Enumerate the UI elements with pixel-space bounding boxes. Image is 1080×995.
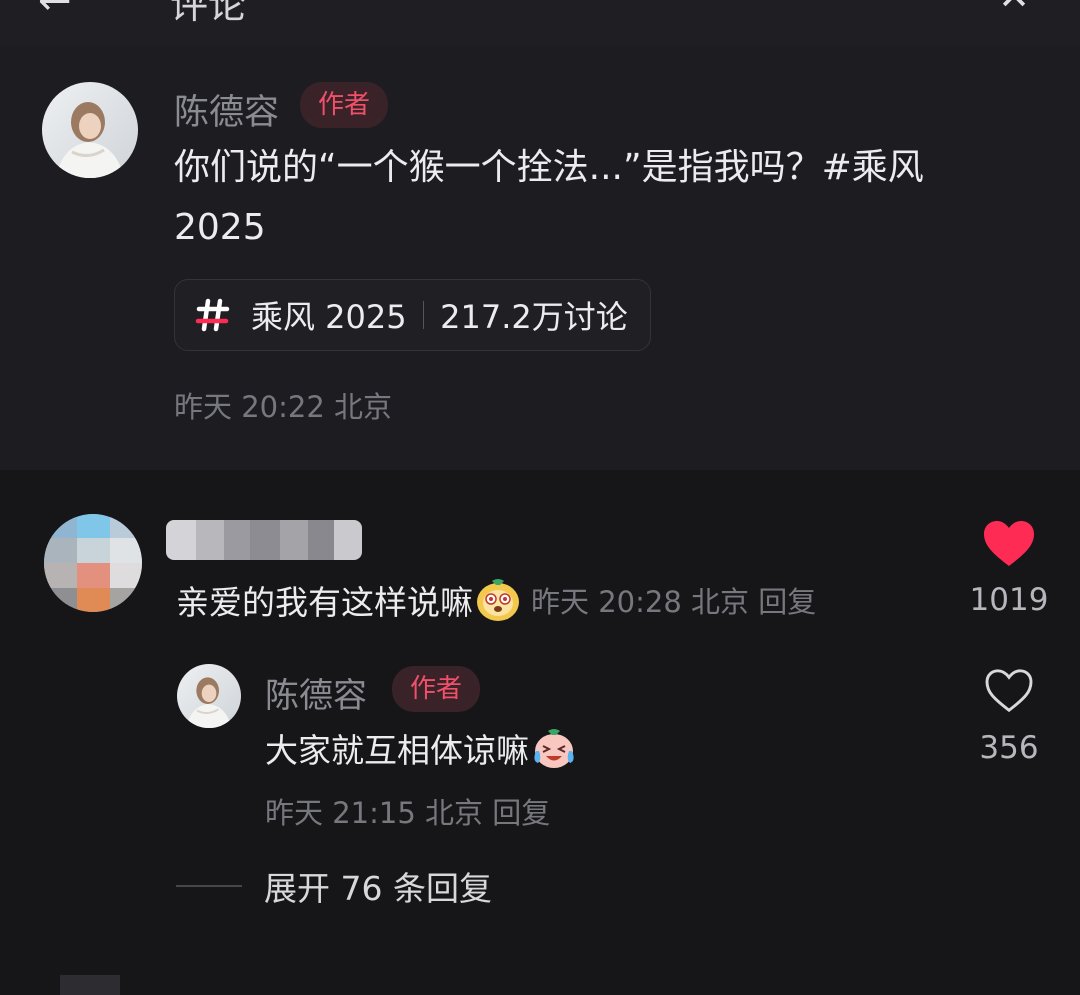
blurred-username — [166, 520, 362, 560]
puppy-emoji — [475, 577, 521, 623]
topic-chip[interactable]: 乘风 2025 217.2万讨论 — [174, 279, 651, 351]
reply-text: 大家就互相体谅嘛 — [265, 724, 587, 772]
like-button[interactable] — [982, 520, 1036, 568]
comments-list: 亲爱的我有这样说嘛 昨天 20:28 北京 回复 1019 陈德容 作者 大家就… — [0, 470, 1080, 995]
heart-outline-icon — [985, 669, 1033, 713]
reply-author-name[interactable]: 陈德容 — [265, 668, 367, 717]
expand-divider — [176, 885, 242, 887]
back-arrow-icon[interactable]: ← — [38, 0, 72, 24]
heart-filled-icon — [984, 521, 1034, 566]
close-icon[interactable]: ✕ — [998, 0, 1030, 18]
expand-replies-label: 展开 76 条回复 — [264, 869, 492, 908]
topic-divider — [422, 301, 425, 329]
author-avatar[interactable] — [42, 82, 138, 178]
reply-author-badge: 作者 — [392, 666, 481, 712]
laugh-cry-emoji — [531, 725, 577, 771]
like-count: 1019 — [969, 582, 1049, 618]
comments-screen: ← 评论 ✕ 陈德容 作者 你们说的“一个猴一个拴法...”是指我吗？ — [0, 0, 1080, 995]
expand-replies-button[interactable]: 展开 76 条回复 — [176, 862, 492, 910]
comment-meta: 昨天 20:28 北京 回复 — [531, 585, 817, 619]
post-header: 陈德容 作者 你们说的“一个猴一个拴法...”是指我吗？#乘风2025 乘风 2… — [0, 46, 1080, 468]
reply-meta: 昨天 21:15 北京 回复 — [265, 796, 551, 830]
comment-text: 亲爱的我有这样说嘛 昨天 20:28 北京 回复 — [176, 576, 816, 624]
reply-like-count: 356 — [979, 730, 1039, 766]
author-badge: 作者 — [300, 82, 389, 128]
hashtag-icon — [193, 295, 233, 335]
top-bar: ← 评论 ✕ — [0, 0, 1080, 46]
reply-body: 大家就互相体谅嘛 — [265, 731, 529, 770]
commenter-avatar[interactable] — [44, 514, 142, 612]
post-meta: 昨天 20:22 北京 — [174, 390, 393, 424]
next-comment-avatar[interactable] — [60, 975, 120, 995]
reply-like-button[interactable] — [984, 669, 1034, 713]
topic-discussion-count: 217.2万讨论 — [440, 298, 628, 336]
author-name[interactable]: 陈德容 — [174, 84, 279, 135]
page-title: 评论 — [170, 0, 247, 27]
comment-body: 亲爱的我有这样说嘛 — [176, 583, 473, 622]
reply-author-avatar[interactable] — [177, 664, 241, 728]
post-text: 你们说的“一个猴一个拴法...”是指我吗？#乘风2025 — [174, 147, 924, 248]
topic-name: 乘风 2025 — [251, 298, 407, 336]
